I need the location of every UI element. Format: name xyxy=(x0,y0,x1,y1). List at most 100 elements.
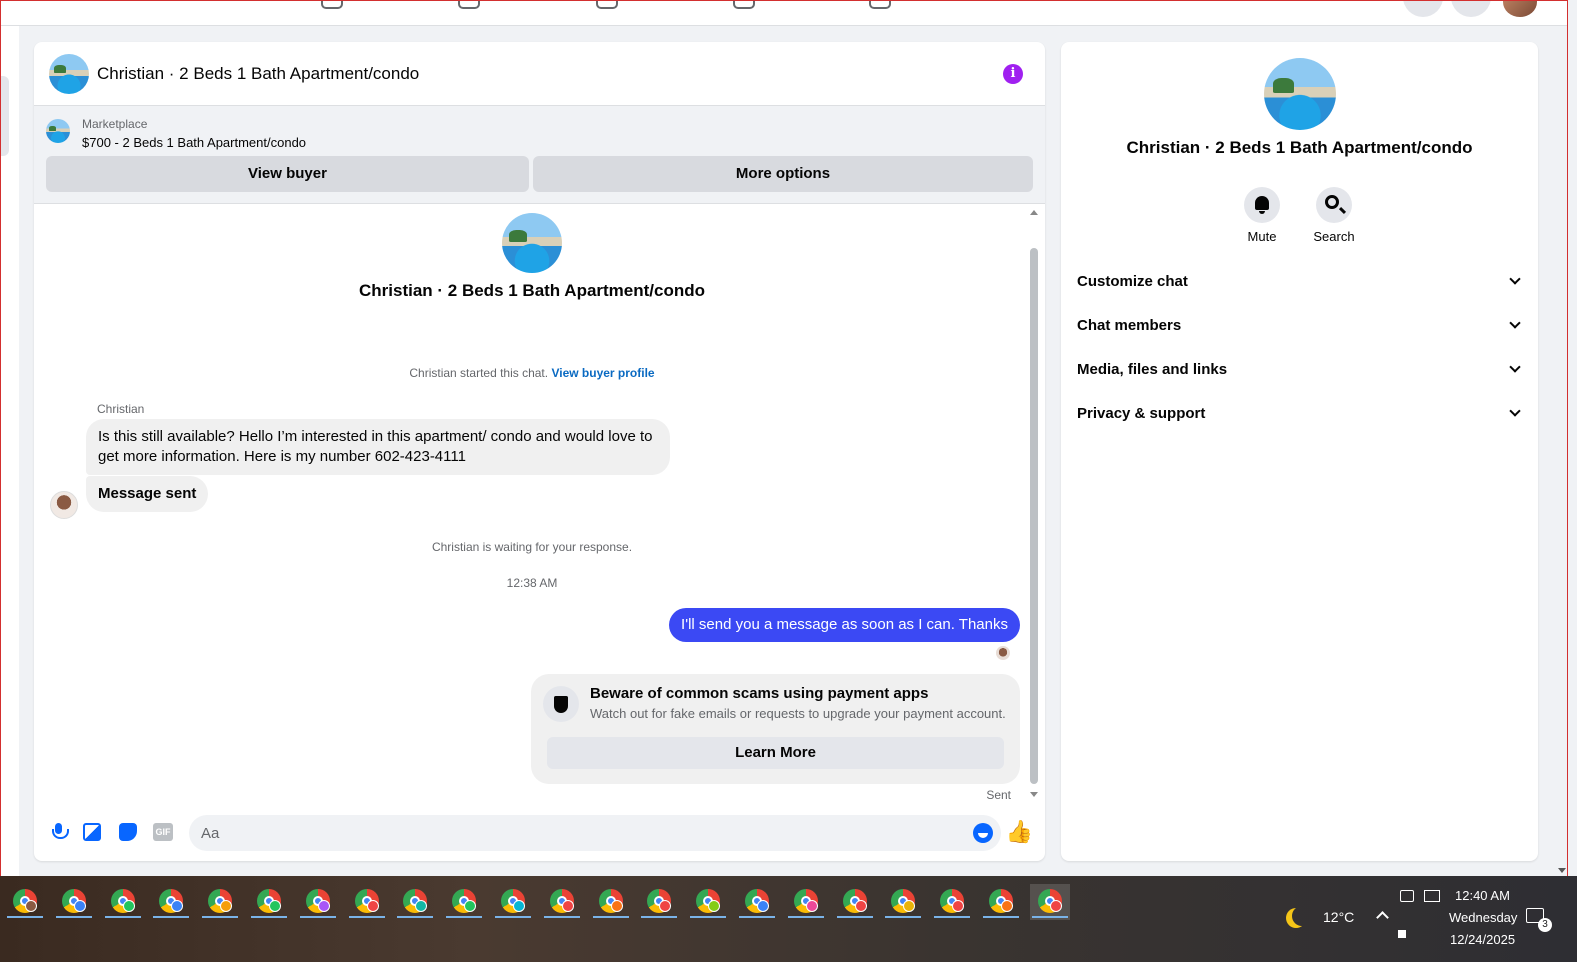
chrome-taskbar-icon[interactable] xyxy=(883,884,923,920)
chrome-taskbar-icon[interactable] xyxy=(981,884,1021,920)
media-files-links-section[interactable]: Media, files and links xyxy=(1077,358,1523,382)
conversation-area: Christian · 2 Beds 1 Bath Apartment/cond… xyxy=(34,205,1045,805)
chrome-taskbar-icon[interactable] xyxy=(737,884,777,920)
page-scrollbar[interactable] xyxy=(1557,1,1567,876)
scam-warning-title: Beware of common scams using payment app… xyxy=(590,685,929,702)
groups-nav-icon[interactable] xyxy=(869,1,891,9)
microphone-icon[interactable] xyxy=(50,823,69,841)
message-input[interactable] xyxy=(189,815,949,851)
chevron-down-icon xyxy=(1509,405,1521,417)
chevron-down-icon xyxy=(1509,317,1521,329)
chrome-taskbar-icon[interactable] xyxy=(493,884,533,920)
listing-title[interactable]: $700 - 2 Beds 1 Bath Apartment/condo xyxy=(82,135,306,150)
friends-nav-icon[interactable] xyxy=(458,1,480,9)
scroll-down-icon[interactable] xyxy=(1030,792,1038,797)
chrome-taskbar-icon[interactable] xyxy=(200,884,240,920)
chat-title[interactable]: Christian · 2 Beds 1 Bath Apartment/cond… xyxy=(97,64,419,84)
panel-title: Christian · 2 Beds 1 Bath Apartment/cond… xyxy=(1126,138,1473,157)
chrome-taskbar-icon[interactable] xyxy=(688,884,728,920)
messenger-icon[interactable] xyxy=(1451,1,1491,17)
emoji-icon[interactable] xyxy=(973,823,993,843)
chrome-taskbar-icon[interactable] xyxy=(786,884,826,920)
chrome-taskbar-icon[interactable] xyxy=(54,884,94,920)
more-options-button[interactable]: More options xyxy=(533,156,1033,192)
camera-tray-icon[interactable] xyxy=(1400,890,1414,902)
browser-viewport: Christian · 2 Beds 1 Bath Apartment/cond… xyxy=(0,0,1568,876)
learn-more-button[interactable]: Learn More xyxy=(547,737,1004,769)
view-buyer-profile-link[interactable]: View buyer profile xyxy=(551,366,654,380)
photo-icon[interactable] xyxy=(83,823,101,841)
chat-members-section[interactable]: Chat members xyxy=(1077,314,1523,338)
sender-name: Christian xyxy=(97,402,145,416)
listing-thumbnail[interactable] xyxy=(46,119,70,143)
thumbs-up-icon[interactable]: 👍 xyxy=(1006,821,1033,843)
chrome-taskbar-icon[interactable] xyxy=(444,884,484,920)
chrome-taskbar-icon[interactable] xyxy=(835,884,875,920)
message-composer: GIF 👍 xyxy=(34,813,1045,851)
chrome-taskbar-icon[interactable] xyxy=(151,884,191,920)
search-icon xyxy=(1325,195,1339,209)
search-button[interactable]: Search xyxy=(1304,187,1364,244)
marketplace-banner: Marketplace $700 - 2 Beds 1 Bath Apartme… xyxy=(34,106,1045,204)
chrome-taskbar-icon[interactable] xyxy=(5,884,45,920)
privacy-support-section[interactable]: Privacy & support xyxy=(1077,402,1523,426)
chrome-taskbar-icon[interactable] xyxy=(639,884,679,920)
chat-header: Christian · 2 Beds 1 Bath Apartment/cond… xyxy=(34,42,1045,106)
left-sidebar-edge xyxy=(1,26,19,876)
chrome-taskbar-icon[interactable] xyxy=(1029,884,1070,920)
chrome-taskbar-icon[interactable] xyxy=(591,884,631,920)
scam-warning-body: Watch out for fake emails or requests to… xyxy=(590,706,1006,721)
message-status: Sent xyxy=(986,788,1011,802)
chrome-taskbar-icon[interactable] xyxy=(347,884,387,920)
sender-avatar[interactable] xyxy=(50,491,78,519)
chevron-up-icon[interactable] xyxy=(1376,911,1389,924)
view-buyer-button[interactable]: View buyer xyxy=(46,156,529,192)
incoming-message[interactable]: Is this still available? Hello I’m inter… xyxy=(86,419,670,475)
outgoing-message[interactable]: I'll send you a message as soon as I can… xyxy=(669,608,1020,642)
conversation-scrollbar[interactable] xyxy=(1029,205,1039,799)
notification-badge: 3 xyxy=(1538,918,1552,932)
menu-grid-icon[interactable] xyxy=(1403,1,1443,17)
info-icon[interactable]: i xyxy=(1003,64,1023,84)
sticker-icon[interactable] xyxy=(119,823,137,841)
speaker-icon[interactable] xyxy=(1398,930,1406,938)
chrome-taskbar-icon[interactable] xyxy=(298,884,338,920)
section-label: Privacy & support xyxy=(1077,405,1206,422)
panel-avatar[interactable] xyxy=(1264,58,1336,130)
chevron-down-icon xyxy=(1509,273,1521,285)
scroll-down-icon[interactable] xyxy=(1558,868,1566,873)
incoming-message[interactable]: Message sent xyxy=(86,476,209,512)
chat-avatar[interactable] xyxy=(49,53,89,94)
mute-button[interactable]: Mute xyxy=(1232,187,1292,244)
scroll-up-icon[interactable] xyxy=(1030,210,1038,215)
gif-icon[interactable]: GIF xyxy=(153,823,173,841)
network-tray-icon[interactable] xyxy=(1424,890,1440,902)
clock-date[interactable]: 12/24/2025 xyxy=(1450,932,1515,947)
scroll-thumb[interactable] xyxy=(1030,248,1038,784)
watch-nav-icon[interactable] xyxy=(596,1,618,9)
chat-info-panel: Christian · 2 Beds 1 Bath Apartment/cond… xyxy=(1061,42,1538,861)
weather-temperature[interactable]: 12°C xyxy=(1323,909,1354,925)
chrome-taskbar-icon[interactable] xyxy=(395,884,435,920)
moon-weather-icon[interactable] xyxy=(1292,906,1312,926)
home-nav-icon[interactable] xyxy=(321,1,343,9)
clock-time[interactable]: 12:40 AM xyxy=(1455,888,1510,903)
bell-icon xyxy=(1255,196,1269,214)
clock-day[interactable]: Wednesday xyxy=(1449,910,1517,925)
chevron-down-icon xyxy=(1509,361,1521,373)
chrome-taskbar-icon[interactable] xyxy=(103,884,143,920)
seen-receipt-avatar xyxy=(996,646,1010,660)
top-navigation-bar xyxy=(1,1,1567,26)
account-avatar[interactable] xyxy=(1503,1,1537,17)
section-label: Customize chat xyxy=(1077,273,1188,290)
chat-started-text: Christian started this chat. xyxy=(409,366,549,380)
message-input-wrapper xyxy=(189,815,1001,851)
sidebar-handle[interactable] xyxy=(1,76,9,156)
intro-title: Christian · 2 Beds 1 Bath Apartment/cond… xyxy=(358,281,706,300)
chrome-taskbar-icon[interactable] xyxy=(932,884,972,920)
chat-started-notice: Christian started this chat. View buyer … xyxy=(34,366,1030,380)
marketplace-nav-icon[interactable] xyxy=(733,1,755,9)
chrome-taskbar-icon[interactable] xyxy=(249,884,289,920)
chrome-taskbar-icon[interactable] xyxy=(542,884,582,920)
customize-chat-section[interactable]: Customize chat xyxy=(1077,270,1523,294)
